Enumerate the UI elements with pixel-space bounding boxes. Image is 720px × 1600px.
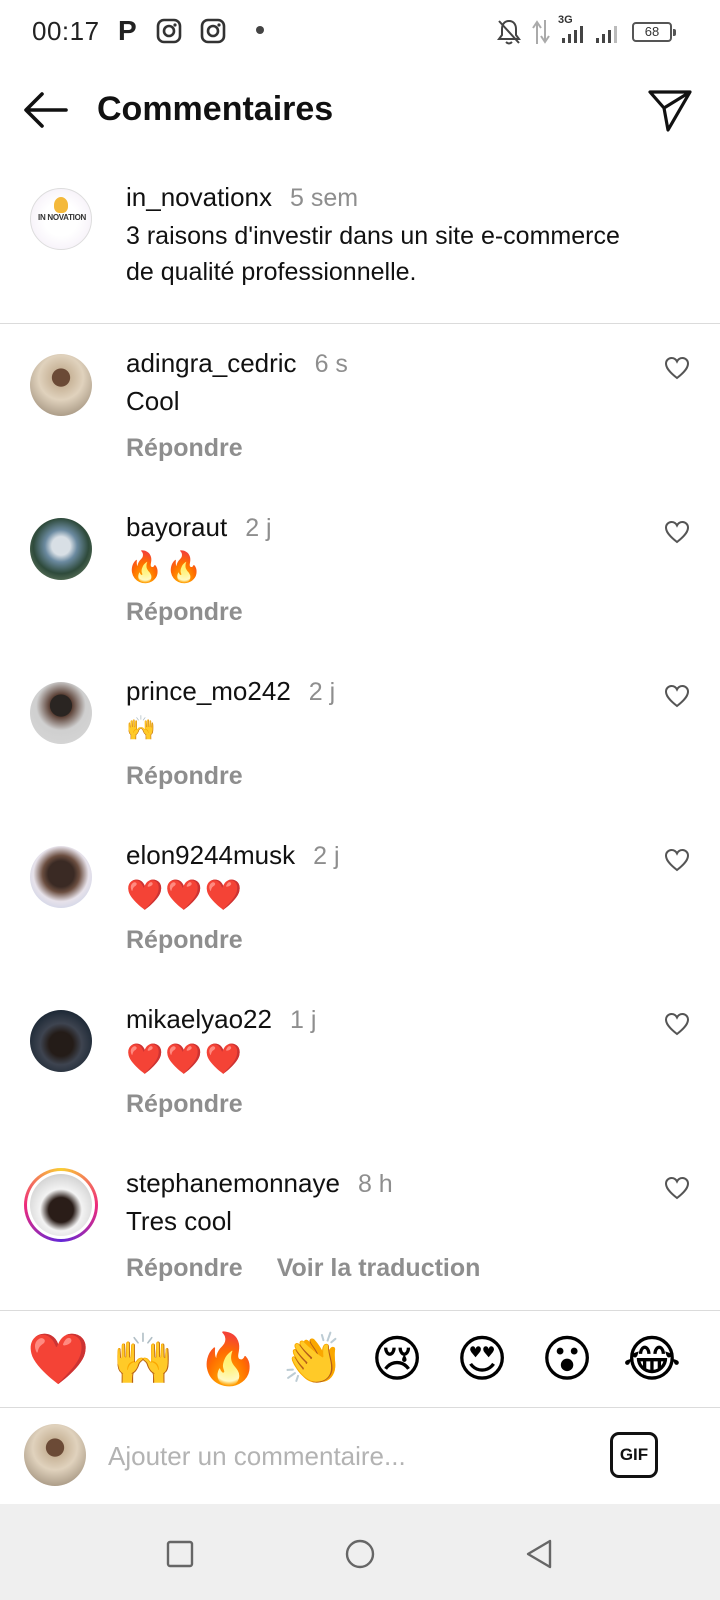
username[interactable]: elon9244musk [126,840,295,870]
timestamp: 1 j [289,1006,317,1034]
heart-icon[interactable] [664,1176,690,1200]
reaction-heart[interactable]: ❤️ [27,1329,89,1389]
header: Commentaires [0,64,720,154]
signal-icon-2 [596,26,617,43]
story-ring[interactable] [24,1168,98,1242]
notification-dot-icon [256,26,264,34]
comment-header: mikaelyao22 1 j [126,1004,316,1035]
comment-text: ❤️❤️❤️ [126,879,245,912]
send-icon[interactable] [646,86,694,134]
heart-icon[interactable] [664,848,690,872]
comment-composer: GIF [0,1408,720,1504]
instagram-icon [200,18,226,44]
page-title: Commentaires [97,90,334,128]
comment-header: prince_mo242 2 j [126,676,335,707]
comment-input[interactable] [108,1434,578,1478]
avatar[interactable] [30,682,92,744]
comment-header: bayoraut 2 j [126,512,272,543]
comment-actions: Répondre [126,762,243,791]
status-time: 00:17 [32,16,100,46]
comment-actions: Répondre [126,598,243,627]
reply-button[interactable]: Répondre [126,926,243,954]
see-translation-button[interactable]: Voir la traduction [277,1254,481,1282]
username[interactable]: in_novationx [126,182,272,212]
comment-actions: Répondre [126,926,243,955]
lightbulb-icon [54,197,68,213]
reaction-crying[interactable]: 😢 [367,1329,427,1389]
instagram-icon [156,18,182,44]
caption-header: in_novationx 5 sem [126,182,358,213]
comment-header: elon9244musk 2 j [126,840,340,871]
avatar[interactable] [30,1010,92,1072]
username[interactable]: stephanemonnaye [126,1168,340,1198]
timestamp: 2 j [308,678,336,706]
signal-icon [562,26,583,43]
comment-text: Cool [126,386,180,416]
reaction-laughing[interactable]: 😂 [622,1329,682,1389]
heart-icon[interactable] [664,684,690,708]
comment-actions: Répondre [126,434,243,463]
bell-off-icon [497,19,521,45]
quick-reactions-bar: ❤️ 🙌 🔥 👏 😢 😍 😮 😂 [0,1310,720,1408]
status-bar: 00:17 P 3G 68 [0,0,720,64]
timestamp: 2 j [313,842,340,870]
comment-text: 🔥🔥 [126,551,205,584]
reaction-raising-hands[interactable]: 🙌 [112,1329,174,1389]
reaction-fire[interactable]: 🔥 [197,1329,259,1389]
username[interactable]: adingra_cedric [126,348,297,378]
comment-header: stephanemonnaye 8 h [126,1168,393,1199]
comment-actions: Répondre Voir la traduction [126,1254,480,1283]
avatar[interactable] [30,354,92,416]
comment-item: bayoraut 2 j 🔥🔥 Répondre [0,494,720,658]
avatar[interactable] [30,518,92,580]
avatar[interactable]: IN NOVATION [30,188,92,250]
reply-button[interactable]: Répondre [126,598,243,626]
timestamp: 2 j [245,514,272,542]
story-ring-gap [27,1171,95,1239]
username[interactable]: prince_mo242 [126,676,291,706]
timestamp: 5 sem [290,184,359,212]
comment-item: elon9244musk 2 j ❤️❤️❤️ Répondre [0,822,720,986]
heart-icon[interactable] [664,356,690,380]
comment-text: 🙌 [126,715,158,742]
reaction-heart-eyes[interactable]: 😍 [452,1329,512,1389]
reply-button[interactable]: Répondre [126,1254,243,1282]
gif-button[interactable]: GIF [610,1432,658,1478]
p-app-icon: P [118,15,137,46]
comment-item: mikaelyao22 1 j ❤️❤️❤️ Répondre [0,986,720,1150]
reaction-clap[interactable]: 👏 [282,1329,344,1389]
caption-text: 3 raisons d'investir dans un site e-comm… [126,222,620,286]
battery-icon: 68 [632,22,676,42]
reply-button[interactable]: Répondre [126,434,243,462]
reaction-surprised[interactable]: 😮 [537,1329,597,1389]
comment-item: stephanemonnaye 8 h Tres cool Répondre Voi… [0,1150,720,1314]
avatar-logo-text: IN NOVATION [38,213,86,222]
avatar[interactable] [30,846,92,908]
comment-item: prince_mo242 2 j 🙌 Répondre [0,658,720,822]
recent-apps-icon[interactable] [158,1532,202,1576]
data-transfer-icon [532,20,550,44]
username[interactable]: bayoraut [126,512,227,542]
arrow-left-icon[interactable] [22,88,72,132]
post-caption: IN NOVATION in_novationx 5 sem 3 raisons … [0,170,720,324]
comment-text: ❤️❤️❤️ [126,1043,245,1076]
avatar [30,1174,92,1236]
username[interactable]: mikaelyao22 [126,1004,272,1034]
heart-icon[interactable] [664,1012,690,1036]
heart-icon[interactable] [664,520,690,544]
comment-text: Tres cool [126,1206,232,1236]
timestamp: 8 h [357,1170,393,1198]
timestamp: 6 s [314,350,348,378]
home-icon[interactable] [338,1532,382,1576]
comment-item: adingra_cedric 6 s Cool Répondre [0,330,720,494]
reply-button[interactable]: Répondre [126,1090,243,1118]
system-nav-bar [0,1504,720,1600]
comment-actions: Répondre [126,1090,243,1119]
comment-header: adingra_cedric 6 s [126,348,348,379]
reply-button[interactable]: Répondre [126,762,243,790]
avatar [24,1424,86,1486]
back-nav-icon[interactable] [518,1532,562,1576]
